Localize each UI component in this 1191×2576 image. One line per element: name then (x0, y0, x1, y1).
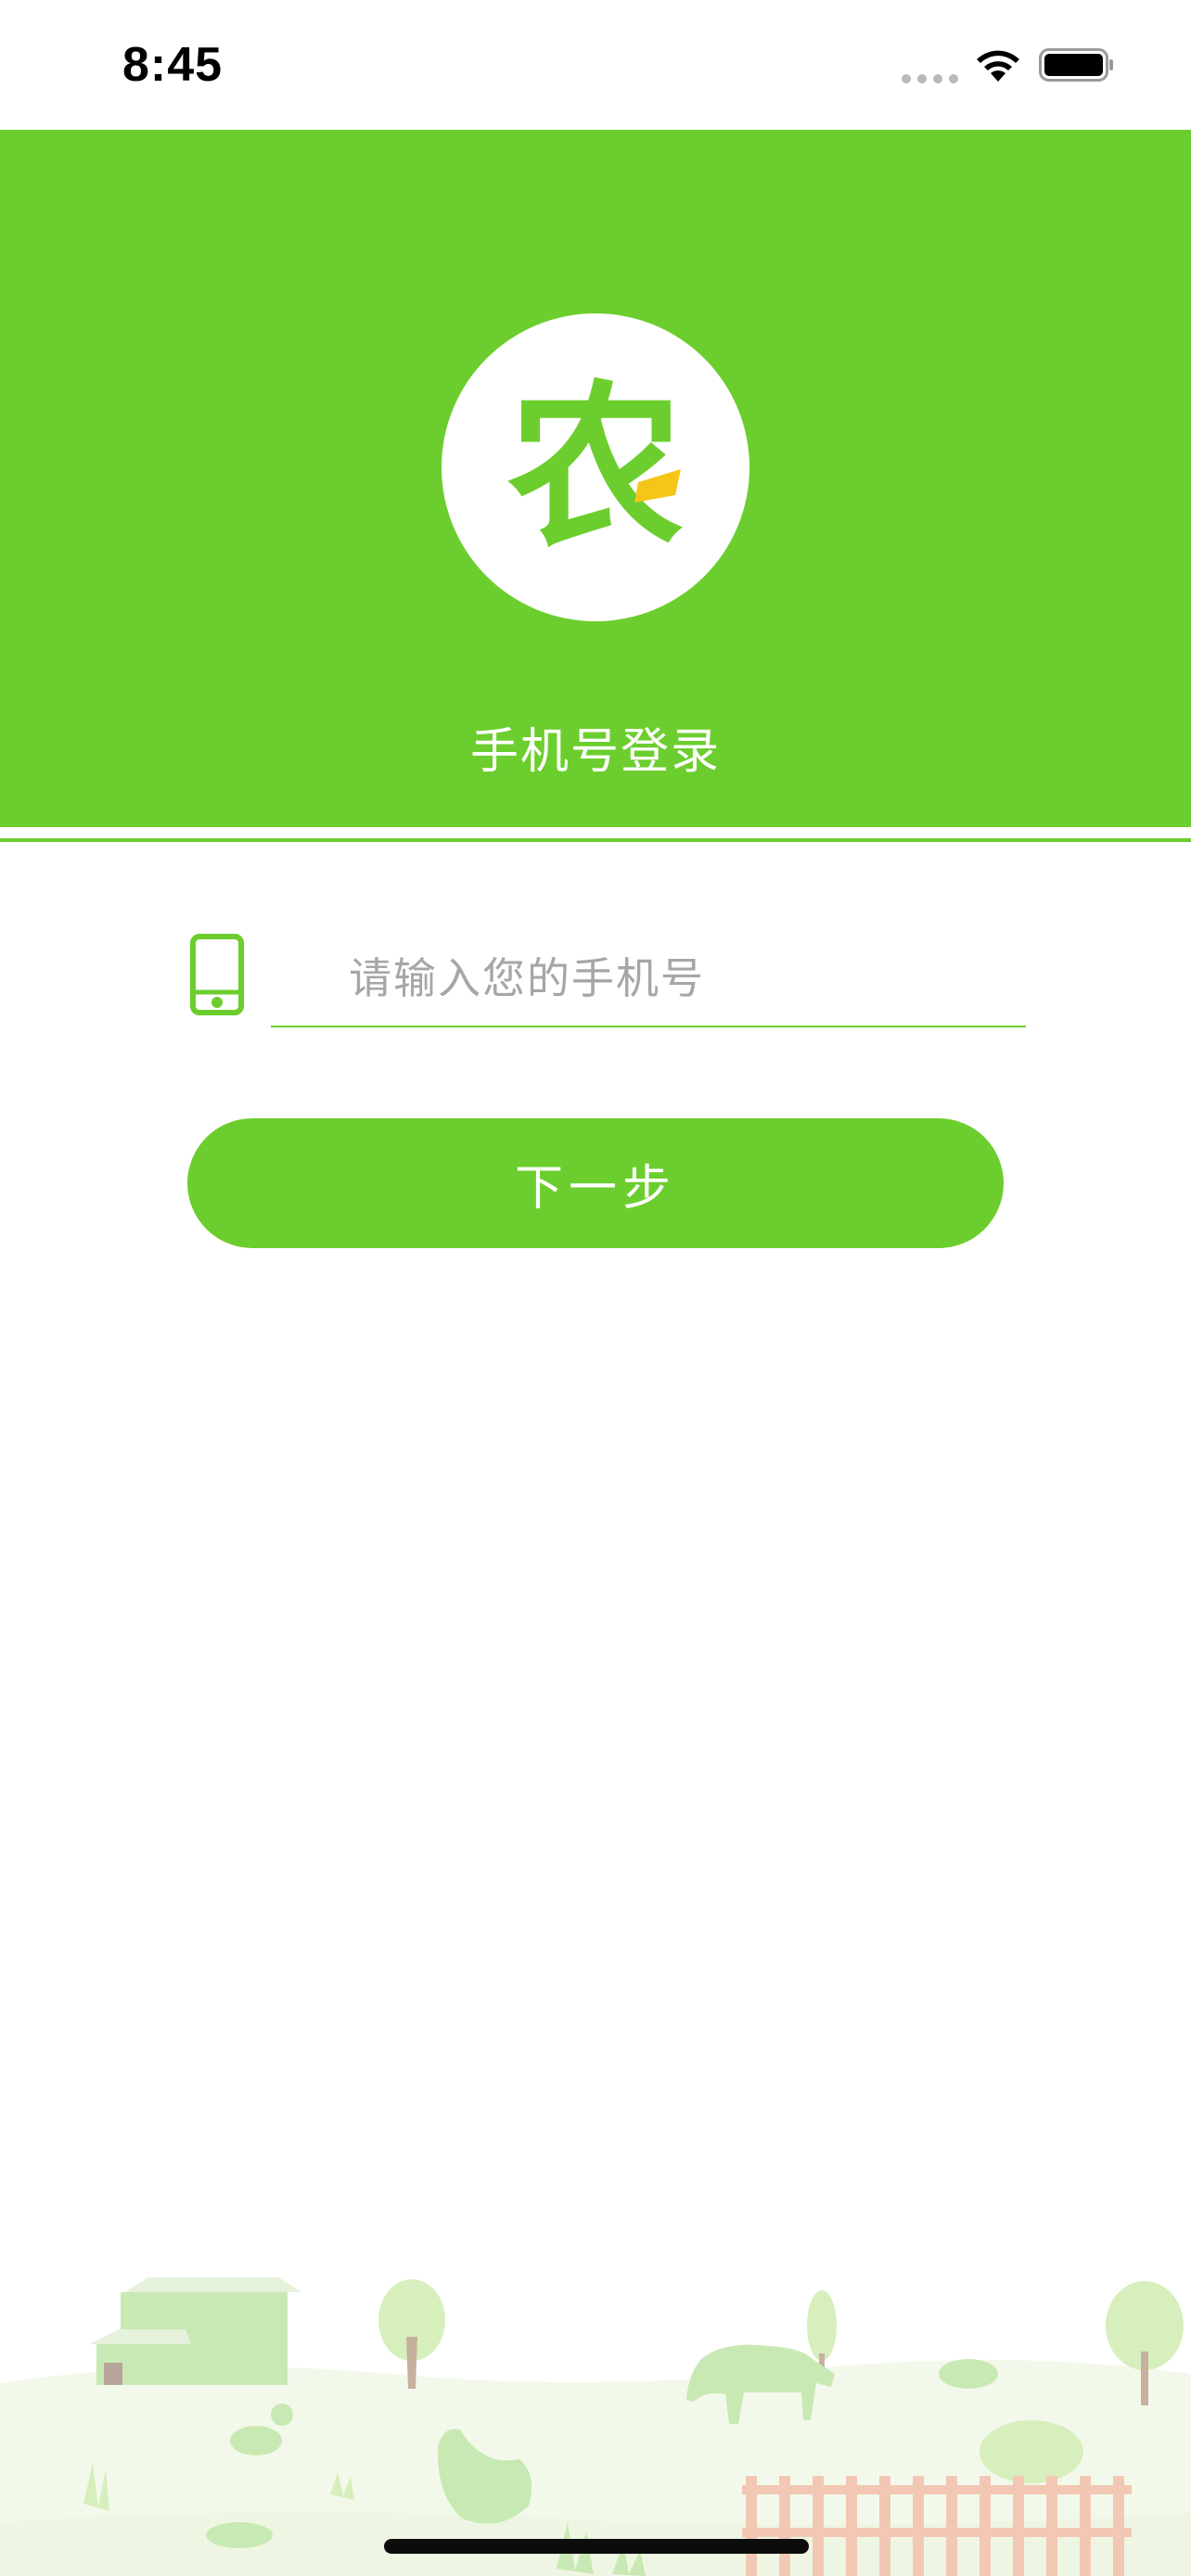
mobile-phone-icon (190, 934, 244, 1015)
header-divider (0, 838, 1191, 842)
page-title: 手机号登录 (469, 724, 721, 780)
app-logo: 农 (442, 313, 749, 621)
phone-number-input[interactable] (271, 931, 1026, 1027)
status-time: 8:45 (122, 38, 224, 92)
farm-illustration (0, 2277, 1191, 2576)
home-indicator[interactable] (384, 2539, 809, 2554)
header-banner: 农 手机号登录 (0, 130, 1191, 827)
status-bar: 8:45 (0, 0, 1191, 130)
nong-logo-icon: 农 (507, 365, 684, 570)
battery-icon (1039, 48, 1113, 82)
next-step-button[interactable]: 下一步 (187, 1118, 1004, 1248)
signal-icon (902, 74, 959, 83)
login-screen: 8:45 农 手机号登录 下一步 (0, 0, 1191, 2576)
wifi-icon (977, 50, 1019, 82)
logo-glyph: 农 (507, 365, 684, 570)
